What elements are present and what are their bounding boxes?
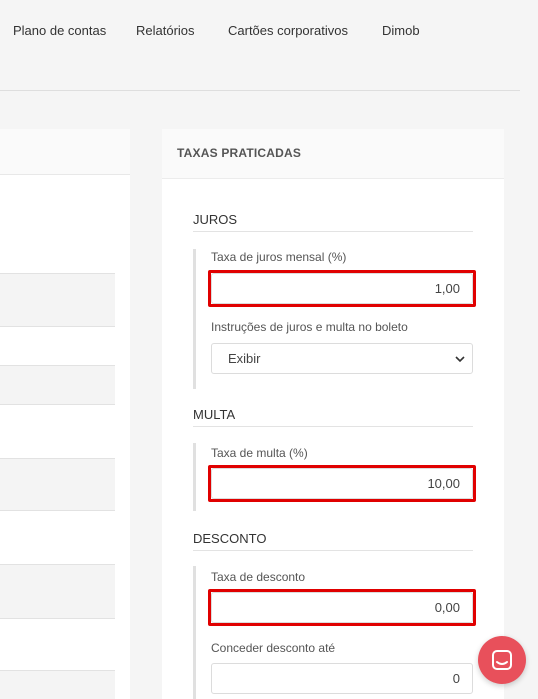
taxas-praticadas-panel: TAXAS PRATICADAS JUROS Taxa de juros men… [162,129,504,699]
multa-rate-label: Taxa de multa (%) [211,446,308,460]
left-panel [0,129,130,699]
multa-section-title: MULTA [193,407,473,427]
juros-rate-highlight [208,270,476,307]
juros-section-title: JUROS [193,212,473,232]
nav-item-plano-de-contas[interactable]: Plano de contas [13,23,106,38]
multa-rate-highlight [208,465,476,502]
table-row [0,670,115,699]
desconto-until-label: Conceder desconto até [211,641,336,655]
nav-item-dimob[interactable]: Dimob [382,23,420,38]
juros-instructions-label: Instruções de juros e multa no boleto [211,320,408,334]
left-panel-header [0,129,130,175]
table-row [0,273,115,327]
panel-title: TAXAS PRATICADAS [162,129,504,179]
juros-instructions-value: Exibir [228,351,261,366]
nav-item-cartoes-corporativos[interactable]: Cartões corporativos [228,23,348,38]
desconto-rate-highlight [208,589,476,626]
desconto-section-title: DESCONTO [193,531,473,551]
table-row [0,564,115,619]
table-row [0,365,115,405]
desconto-rate-label: Taxa de desconto [211,570,306,584]
juros-instructions-select[interactable]: Exibir [211,343,473,374]
top-navigation: Plano de contas Relatórios Cartões corpo… [0,0,538,91]
nav-divider [0,90,520,91]
table-row [0,458,115,511]
nav-item-relatorios[interactable]: Relatórios [136,23,195,38]
chat-icon [492,650,512,670]
chevron-down-icon [455,356,465,363]
juros-rate-label: Taxa de juros mensal (%) [211,250,347,264]
chat-button[interactable] [478,636,526,684]
desconto-until-input[interactable]: 0 [211,663,473,694]
